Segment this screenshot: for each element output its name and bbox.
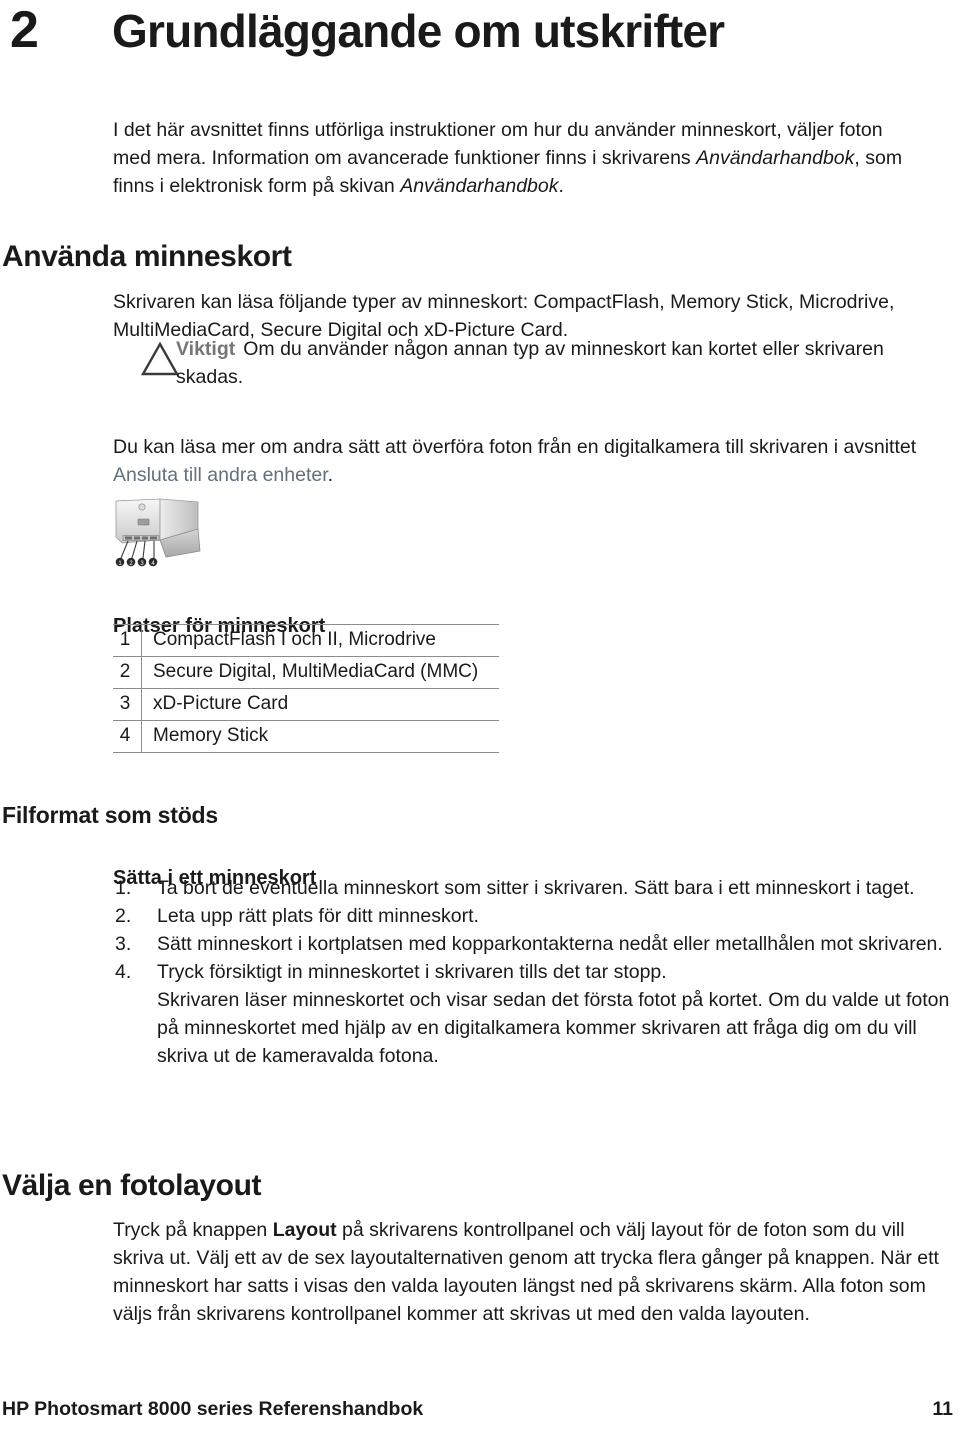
slot-label: Secure Digital, MultiMediaCard (MMC) xyxy=(141,656,499,689)
list-item: 4. Tryck försiktigt in minneskortet i sk… xyxy=(113,958,958,1070)
intro-italic-2: Användarhandbok xyxy=(400,174,559,197)
chapter-number: 2 xyxy=(10,1,39,59)
paragraph-transfer-photos: Du kan läsa mer om andra sätt att överfö… xyxy=(113,433,943,489)
step-extra-text: Skrivaren läser minneskortet och visar s… xyxy=(157,989,950,1067)
list-item: 2. Leta upp rätt plats för ditt minnesko… xyxy=(113,902,958,930)
slot-number: 4 xyxy=(113,720,142,753)
table-row: 2 Secure Digital, MultiMediaCard (MMC) xyxy=(113,656,499,689)
step-text: Tryck försiktigt in minneskortet i skriv… xyxy=(157,961,667,983)
step-number: 4. xyxy=(115,961,132,983)
card-slots-table: 1 CompactFlash I och II, Microdrive 2 Se… xyxy=(113,624,499,753)
warning-triangle-icon xyxy=(140,341,180,377)
step-number: 2. xyxy=(115,905,132,927)
step-text: Sätt minneskort i kortplatsen med koppar… xyxy=(157,933,943,955)
insert-card-steps: 1. Ta bort de eventuella minneskort som … xyxy=(113,874,958,1070)
step-number: 3. xyxy=(115,933,132,955)
intro-italic-1: Användarhandbok xyxy=(696,146,855,169)
heading-anvanda-minneskort: Använda minneskort xyxy=(2,240,292,274)
layout-button-name: Layout xyxy=(272,1218,337,1241)
chapter-header: 2 Grundläggande om utskrifter xyxy=(0,1,960,64)
printer-card-slots-illustration: 1 2 3 4 xyxy=(110,495,202,573)
page-footer: HP Photosmart 8000 series Referenshandbo… xyxy=(0,1396,960,1426)
intro-text-3: . xyxy=(558,174,564,197)
paragraph-fotolayout: Tryck på knappen Layout på skrivarens ko… xyxy=(113,1216,958,1328)
caution-label: Viktigt xyxy=(176,338,236,360)
slot-number: 2 xyxy=(113,656,142,689)
step-text: Ta bort de eventuella minneskort som sit… xyxy=(157,877,915,899)
slot-label: Memory Stick xyxy=(141,720,499,753)
list-item: 3. Sätt minneskort i kortplatsen med kop… xyxy=(113,930,958,958)
caution-body: Om du använder någon annan typ av minnes… xyxy=(176,338,884,388)
chapter-title: Grundläggande om utskrifter xyxy=(112,5,725,57)
caution-text: Viktigt Om du använder någon annan typ av… xyxy=(176,335,936,391)
heading-filformat-som-stods: Filformat som stöds xyxy=(2,802,219,829)
footer-title: HP Photosmart 8000 series Referenshandbo… xyxy=(2,1398,424,1420)
slot-number: 1 xyxy=(113,624,142,657)
heading-valja-en-fotolayout: Välja en fotolayout xyxy=(2,1169,262,1203)
layout-text-before: Tryck på knappen xyxy=(113,1218,273,1241)
step-text: Leta upp rätt plats för ditt minneskort. xyxy=(157,905,479,927)
transfer-text-before: Du kan läsa mer om andra sätt att överfö… xyxy=(113,435,917,458)
cross-reference-link[interactable]: Ansluta till andra enheter xyxy=(113,464,328,486)
footer-page-number: 11 xyxy=(932,1398,953,1420)
table-row: 3 xD-Picture Card xyxy=(113,688,499,721)
transfer-text-after: . xyxy=(327,463,334,486)
document-page: 2 Grundläggande om utskrifter I det här … xyxy=(0,0,960,1442)
table-row: 4 Memory Stick xyxy=(113,720,499,753)
step-number: 1. xyxy=(115,877,132,899)
slot-label: xD-Picture Card xyxy=(141,688,499,721)
slot-label: CompactFlash I och II, Microdrive xyxy=(141,624,499,657)
slot-number: 3 xyxy=(113,688,142,721)
list-item: 1. Ta bort de eventuella minneskort som … xyxy=(113,874,958,902)
intro-paragraph: I det här avsnittet finns utförliga inst… xyxy=(113,116,923,200)
table-row: 1 CompactFlash I och II, Microdrive xyxy=(113,624,499,657)
